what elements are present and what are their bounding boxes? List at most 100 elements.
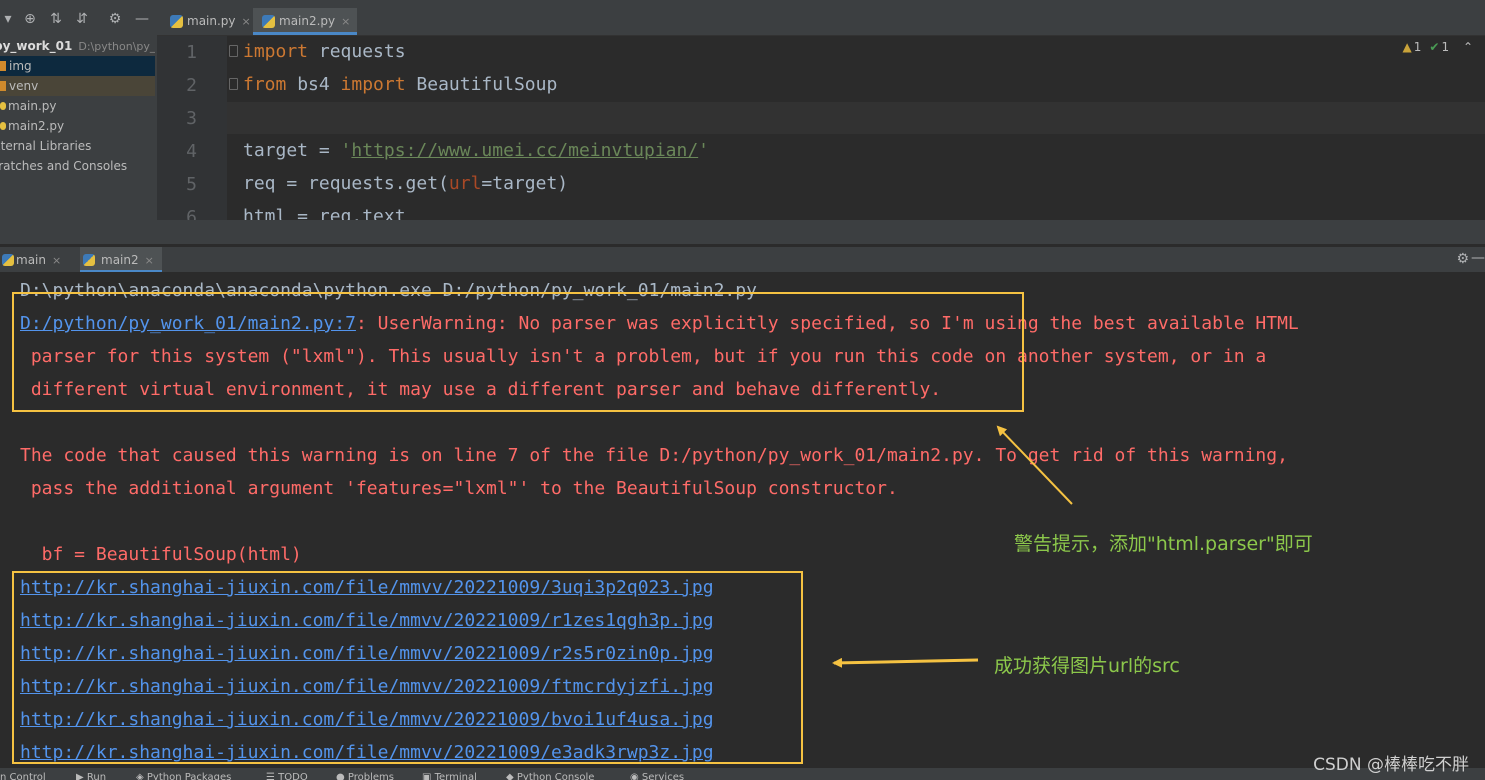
fold-marker-icon[interactable] (229, 78, 238, 90)
run-tab-label: main2 (101, 253, 139, 267)
gear-icon[interactable]: ⚙ (107, 11, 123, 27)
toolbar-label: Run (86, 772, 107, 780)
toolbar-python-console[interactable]: ◆ Python Console (506, 772, 594, 780)
tree-item-label: Scratches and Consoles (0, 159, 128, 173)
run-tab-label: main (16, 253, 46, 267)
current-line-highlight (227, 102, 1485, 134)
tab-label: main2.py (279, 14, 336, 28)
run-tab-main[interactable]: main × (2, 247, 61, 273)
warning-annotation-note: 警告提示，添加"html.parser"即可 (1014, 533, 1313, 555)
close-icon[interactable]: × (341, 15, 350, 28)
line-number: 5 (186, 174, 197, 195)
inspection-widget[interactable]: ▲ 1 ✔ 1 ⌃ (1403, 40, 1473, 54)
code-editor[interactable]: 1 2 3 4 5 6 import requests from bs4 imp… (157, 36, 1485, 220)
project-path: D:\python\py_w (78, 40, 155, 53)
tree-item-main2-py[interactable]: main2.py (0, 116, 155, 136)
keyword: import (340, 74, 406, 95)
string-quote: ' (698, 140, 710, 161)
line-number: 4 (186, 141, 197, 162)
code-text: BeautifulSoup (405, 74, 558, 95)
top-area: ▾ ⊕ ⇅ ⇵ ⚙ — py_work_01 D:\python\py_w img… (0, 0, 1485, 244)
success-annotation-note: 成功获得图片url的src (994, 655, 1180, 677)
tree-item-venv[interactable]: venv (0, 76, 155, 96)
tool-window-bar: n Control ▶ Run ◈ Python Packages ☰ TODO… (0, 768, 1485, 780)
collapse-all-icon[interactable]: ⇵ (74, 11, 90, 27)
toolbar-terminal[interactable]: ▣ Terminal (422, 772, 477, 780)
project-toolbar: ▾ ⊕ ⇅ ⇵ ⚙ — (0, 8, 155, 34)
editor-horizontal-scrollbar[interactable] (157, 220, 1485, 244)
locate-icon[interactable]: ⊕ (22, 11, 38, 27)
hide-icon[interactable]: — (1471, 250, 1485, 266)
close-icon[interactable]: × (242, 15, 251, 28)
toolbar-run[interactable]: ▶ Run (76, 772, 106, 780)
string-quote: ' (340, 140, 352, 161)
python-file-icon (170, 15, 183, 28)
tree-item-scratches[interactable]: Scratches and Consoles (0, 156, 155, 176)
code-text: bs4 (286, 74, 341, 95)
annotation-arrows (832, 425, 1073, 668)
tree-item-img[interactable]: img (0, 56, 155, 76)
watermark-text: CSDN @棒棒吃不胖 (1313, 755, 1469, 775)
toolbar-label: Python Packages (146, 772, 232, 780)
toolbar-label: TODO (278, 772, 308, 780)
line-number: 6 (186, 207, 197, 220)
hide-icon[interactable]: — (134, 11, 150, 27)
toolbar-python-packages[interactable]: ◈ Python Packages (136, 772, 231, 780)
tree-item-external-libraries[interactable]: External Libraries (0, 136, 155, 156)
tree-root[interactable]: py_work_01 D:\python\py_w (0, 36, 155, 56)
run-console[interactable]: D:\python\anaconda\anaconda\python.exe D… (0, 272, 1485, 768)
folder-icon (0, 61, 6, 71)
tree-item-label: main2.py (8, 119, 65, 133)
dropdown-icon[interactable]: ▾ (0, 11, 16, 27)
editor-tabs: main.py × main2.py × (157, 8, 1485, 36)
toolbar-label: Problems (347, 772, 394, 780)
arrow-to-urls (832, 657, 979, 668)
project-tree: py_work_01 D:\python\py_w img venv main.p… (0, 36, 155, 176)
code-line-6: html = req.text (243, 206, 406, 220)
chevron-up-icon[interactable]: ⌃ (1463, 40, 1473, 54)
line-number: 1 (186, 42, 197, 63)
tree-item-main-py[interactable]: main.py (0, 96, 155, 116)
tab-label: main.py (187, 14, 236, 28)
warning-count: 1 (1413, 40, 1422, 54)
run-tabs: main × main2 × ⚙ — (0, 246, 1485, 273)
toolbar-label: Python Console (516, 772, 595, 780)
tree-item-label: main.py (8, 99, 57, 113)
keyword: from (243, 74, 287, 95)
toolbar-label: Terminal (434, 772, 477, 780)
arrow-to-warning (996, 425, 1073, 505)
expand-all-icon[interactable]: ⇅ (48, 11, 64, 27)
run-tab-main2[interactable]: main2 × (80, 247, 162, 273)
code-line-2: from bs4 import BeautifulSoup (243, 74, 557, 95)
tab-main-py[interactable]: main.py × (161, 8, 251, 35)
fold-marker-icon[interactable] (229, 45, 238, 57)
string-url[interactable]: https://www.umei.cc/meinvtupian/ (351, 140, 698, 161)
named-param: url (448, 173, 482, 194)
warning-icon: ▲ (1402, 40, 1412, 54)
toolbar-version-control[interactable]: n Control (0, 772, 46, 780)
code-text: requests (308, 41, 406, 62)
tab-main2-py[interactable]: main2.py × (253, 8, 357, 35)
python-file-icon (0, 122, 6, 130)
close-icon[interactable]: × (145, 254, 154, 267)
folder-icon (0, 81, 6, 91)
gear-icon[interactable]: ⚙ (1456, 251, 1469, 267)
close-icon[interactable]: × (52, 254, 61, 267)
toolbar-services[interactable]: ◉ Services (630, 772, 684, 780)
ok-count: 1 (1441, 40, 1450, 54)
project-name: py_work_01 (0, 39, 73, 53)
tree-item-label: External Libraries (0, 139, 92, 153)
toolbar-todo[interactable]: ☰ TODO (266, 772, 308, 780)
code-line-1: import requests (243, 41, 406, 62)
code-text: req = requests.get( (243, 173, 449, 194)
check-icon: ✔ (1429, 40, 1440, 54)
python-file-icon (2, 254, 14, 266)
tree-item-label: venv (9, 79, 39, 93)
line-number: 3 (186, 108, 197, 129)
toolbar-problems[interactable]: ● Problems (336, 772, 394, 780)
keyword: import (243, 41, 309, 62)
line-number: 2 (186, 75, 197, 96)
toolbar-label: Services (641, 772, 685, 780)
python-file-icon (83, 254, 95, 266)
code-text: =target) (481, 173, 569, 194)
